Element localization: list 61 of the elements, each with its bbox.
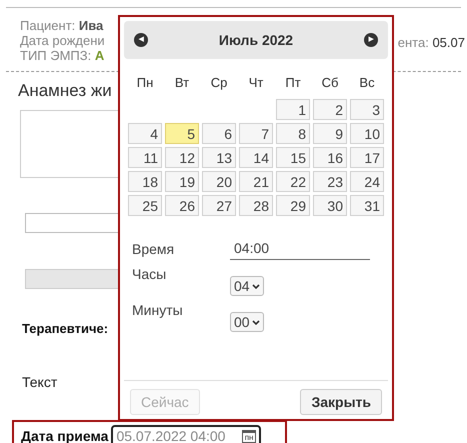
day-cell[interactable]: 18 [128,170,162,192]
patient-label: Пациент: [20,18,76,33]
day-cell[interactable]: 9 [313,122,347,144]
weekday-label: Пт [284,74,302,92]
day-cell[interactable]: 27 [202,194,236,216]
day-cell[interactable]: 31 [350,194,384,216]
day-cell[interactable]: 29 [276,194,310,216]
therapy-label: Терапевтиче: [22,320,108,338]
day-cell[interactable]: 5 [165,122,199,144]
day-cell[interactable]: 17 [350,146,384,168]
day-cell[interactable]: 10 [350,122,384,144]
day-cell[interactable]: 14 [239,146,273,168]
minutes-label: Минуты [132,300,184,320]
day-cell[interactable]: 22 [276,170,310,192]
weekday-label: Пн [136,74,154,92]
day-cell[interactable]: 19 [165,170,199,192]
chevron-down-icon [252,320,260,326]
calendar-icon[interactable]: пн [242,430,256,442]
day-cell[interactable]: 3 [350,98,384,120]
text-label: Текст [22,373,58,392]
day-cell[interactable]: 8 [276,122,310,144]
weekday-label: Чт [248,74,264,92]
close-button[interactable]: Закрыть [300,389,382,415]
type-value: А [94,48,104,63]
date-label: ента: [398,35,429,50]
day-cell[interactable]: 23 [313,170,347,192]
day-cell[interactable]: 13 [202,146,236,168]
day-cell[interactable]: 28 [239,194,273,216]
day-cell[interactable]: 20 [202,170,236,192]
section-title: Анамнез жи [18,80,112,102]
date-value: 05.07.2022 04:00 [116,426,226,443]
day-cell[interactable]: 12 [165,146,199,168]
day-cell[interactable]: 1 [276,98,310,120]
day-cell[interactable]: 21 [239,170,273,192]
time-label: Время [132,240,176,259]
weekday-label: Вс [358,74,376,92]
day-cell[interactable]: 30 [313,194,347,216]
weekday-label: Ср [210,74,228,92]
minutes-select[interactable]: 00 [230,312,264,332]
hours-select[interactable]: 04 [230,276,264,296]
day-cell[interactable]: 16 [313,146,347,168]
weekday-label: Вт [174,74,190,92]
day-cell[interactable]: 25 [128,194,162,216]
day-cell[interactable]: 26 [165,194,199,216]
weekday-label: Сб [320,74,340,92]
date-input[interactable]: 05.07.2022 04:00 пн [111,425,262,443]
day-cell[interactable]: 6 [202,122,236,144]
birth-date-label: Дата рождени [20,33,106,48]
patient-name: Ива [78,18,104,33]
date-value: 05.07 [432,35,465,50]
type-label: ТИП ЭМПЗ: [20,48,92,63]
day-cell[interactable]: 11 [128,146,162,168]
time-value: 04:00 [230,238,370,260]
day-cell[interactable]: 15 [276,146,310,168]
day-cell[interactable]: 7 [239,122,273,144]
day-cell[interactable]: 2 [313,98,347,120]
month-title: Июль 2022 [218,30,294,50]
hours-label: Часы [132,264,168,284]
chevron-down-icon [252,284,260,290]
day-cell[interactable]: 24 [350,170,384,192]
day-cell[interactable]: 4 [128,122,162,144]
